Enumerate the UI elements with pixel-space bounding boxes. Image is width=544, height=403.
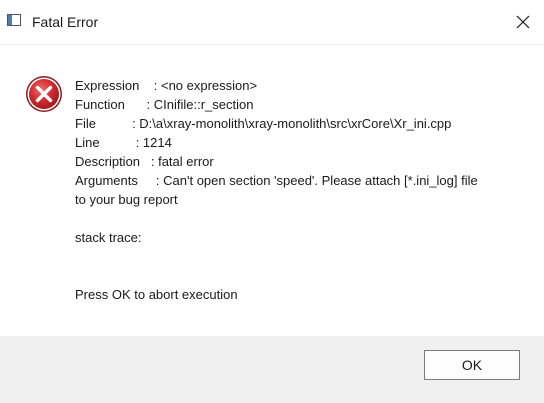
line-number-line: Line : 1214 [75,135,172,150]
arguments-line-continued: to your bug report [75,192,178,207]
expression-line: Expression : <no expression> [75,78,258,93]
error-message: Expression : <no expression> Function : … [75,76,478,304]
window-app-icon [7,14,21,26]
fatal-error-dialog: Fatal Error Expression : <no expression>… [0,0,544,403]
arguments-line: Arguments : Can't open section 'speed'. … [75,173,478,188]
abort-notice: Press OK to abort execution [75,287,238,302]
stack-trace-label: stack trace: [75,230,142,245]
close-icon [516,15,530,29]
title-bar[interactable]: Fatal Error [0,0,544,45]
function-line: Function : CInifile::r_section [75,97,254,112]
close-button[interactable] [508,8,538,36]
ok-button[interactable]: OK [424,350,520,380]
button-bar: OK [0,336,544,403]
error-icon [26,76,62,112]
window-title: Fatal Error [32,14,99,30]
file-line: File : D:\a\xray-monolith\xray-monolith\… [75,116,452,131]
description-line: Description : fatal error [75,154,214,169]
